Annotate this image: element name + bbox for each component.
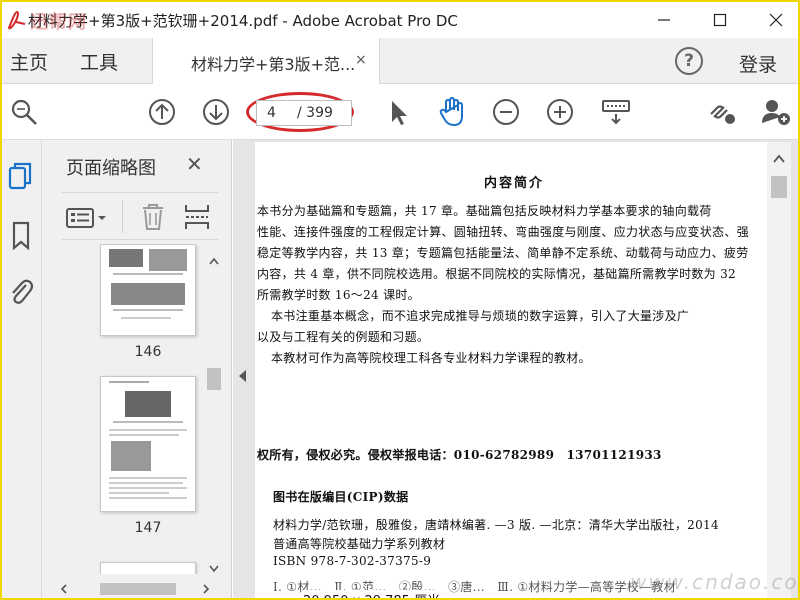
thumbnail-label: 147 <box>134 520 162 536</box>
watermark-bottom: www.cndao.com <box>630 570 799 594</box>
thumbnail-label: 146 <box>134 344 162 360</box>
delete-page-icon[interactable] <box>140 203 166 235</box>
close-icon <box>769 13 783 27</box>
watermark-top: 迅帮网 <box>30 12 87 33</box>
zoom-out-icon[interactable] <box>490 96 522 128</box>
toolbar: 4 / 399 <box>2 84 798 140</box>
document-scrollbar[interactable] <box>767 142 791 598</box>
thumbnails-panel: 页面缩略图 ✕ 146 147 <box>42 140 232 598</box>
login-button[interactable]: 登录 <box>739 50 777 77</box>
current-page: 4 <box>267 105 276 121</box>
page-thumbnails-icon[interactable] <box>6 160 36 192</box>
thumbnail-page[interactable] <box>100 244 196 336</box>
page-size-readout: 20.950 x 29.785 厘米 <box>303 590 441 598</box>
hand-tool-icon[interactable] <box>436 96 468 128</box>
maximize-icon <box>713 13 727 27</box>
cip-title: 图书在版编目(CIP)数据 <box>273 490 409 504</box>
minimize-button[interactable] <box>636 2 692 38</box>
tab-document-label: 材料力学+第3版+范... <box>191 55 356 74</box>
thumbnails-hscrollbar[interactable] <box>54 580 220 598</box>
cip-line: 材料力学/范钦珊，殷雅俊，唐靖林编著. —3 版. —北京：清华大学出版社，20… <box>273 518 719 532</box>
doc-line: 所需教学时数 16～24 课时。 <box>257 288 420 302</box>
thumbnail-page[interactable] <box>100 376 196 512</box>
tab-home[interactable]: 主页 <box>10 48 48 75</box>
minimize-icon <box>658 19 670 21</box>
copyright-line: 权所有，侵权必究。侵权举报电话：010-62782989 13701121933 <box>257 448 662 462</box>
insert-page-icon[interactable] <box>184 203 210 235</box>
tab-document[interactable]: 材料力学+第3版+范... × <box>152 38 380 84</box>
tab-close-icon[interactable]: × <box>355 52 367 68</box>
keyboard-icon[interactable] <box>600 96 632 128</box>
doc-line: 本教材可作为高等院校理工科各专业材料力学课程的教材。 <box>271 351 591 365</box>
cip-line: 普通高等院校基础力学系列教材 <box>273 537 446 551</box>
tab-bar: 主页 工具 材料力学+第3版+范... × ? 登录 <box>2 38 798 84</box>
attachment-icon[interactable] <box>6 276 36 308</box>
title-bar: 材料力学+第3版+范钦珊+2014.pdf - Adobe Acrobat Pr… <box>2 2 798 38</box>
total-pages: / 399 <box>297 105 333 121</box>
left-rail <box>2 140 42 598</box>
cip-line: ISBN 978-7-302-37375-9 <box>273 554 432 568</box>
tab-tools[interactable]: 工具 <box>80 48 118 75</box>
toolbar-divider <box>122 201 123 233</box>
close-window-button[interactable] <box>748 2 798 38</box>
page-down-icon[interactable] <box>200 96 232 128</box>
doc-line: 内容，共 4 章，供不同院校选用。根据不同院校的实际情况，基础篇所需教学时数为 … <box>257 267 736 281</box>
doc-line: 稳定等教学内容，共 13 章；专题篇包括能量法、简单静不定系统、动载荷与动应力、… <box>257 246 749 260</box>
document-view[interactable]: 内容简介 本书分为基础篇和专题篇，共 17 章。基础篇包括反映材料力学基本要求的… <box>233 140 798 598</box>
select-cursor-icon[interactable] <box>382 96 414 128</box>
link-icon[interactable] <box>706 96 738 128</box>
help-icon[interactable]: ? <box>675 47 703 75</box>
maximize-button[interactable] <box>692 2 748 38</box>
collapse-panel-arrow-icon[interactable] <box>239 370 246 382</box>
thumbnails-list: 146 147 <box>42 244 210 574</box>
doc-heading: 内容简介 <box>483 176 544 191</box>
page-up-icon[interactable] <box>146 96 178 128</box>
thumbnails-scrollbar[interactable] <box>204 250 224 580</box>
app-window: 材料力学+第3版+范钦珊+2014.pdf - Adobe Acrobat Pr… <box>0 0 800 600</box>
acrobat-logo-icon <box>6 8 28 32</box>
panel-toolbar <box>62 192 218 240</box>
zoom-in-icon[interactable] <box>544 96 576 128</box>
doc-line: 本书分为基础篇和专题篇，共 17 章。基础篇包括反映材料力学基本要求的轴向载荷 <box>257 204 712 218</box>
panel-title: 页面缩略图 <box>66 158 156 179</box>
bookmark-icon[interactable] <box>6 220 36 252</box>
options-menu-icon[interactable] <box>66 207 112 233</box>
zoom-search-icon[interactable] <box>8 96 40 128</box>
window-title: 材料力学+第3版+范钦珊+2014.pdf - Adobe Acrobat Pr… <box>28 12 458 30</box>
pdf-page: 内容简介 本书分为基础篇和专题篇，共 17 章。基础篇包括反映材料力学基本要求的… <box>255 142 775 598</box>
thumbnail-page[interactable] <box>100 562 196 574</box>
doc-line: 性能、连接件强度的工程假定计算、圆轴扭转、弯曲强度与刚度、应力状态与应变状态、强 <box>257 225 750 239</box>
panel-close-icon[interactable]: ✕ <box>186 152 203 176</box>
add-user-icon[interactable] <box>760 96 792 128</box>
doc-line: 以及与工程有关的例题和习题。 <box>257 330 430 344</box>
doc-line: 本书注重基本概念，而不追求完成推导与烦琐的数字运算，引入了大量涉及广 <box>271 309 690 323</box>
page-number-input[interactable]: 4 / 399 <box>256 100 352 126</box>
